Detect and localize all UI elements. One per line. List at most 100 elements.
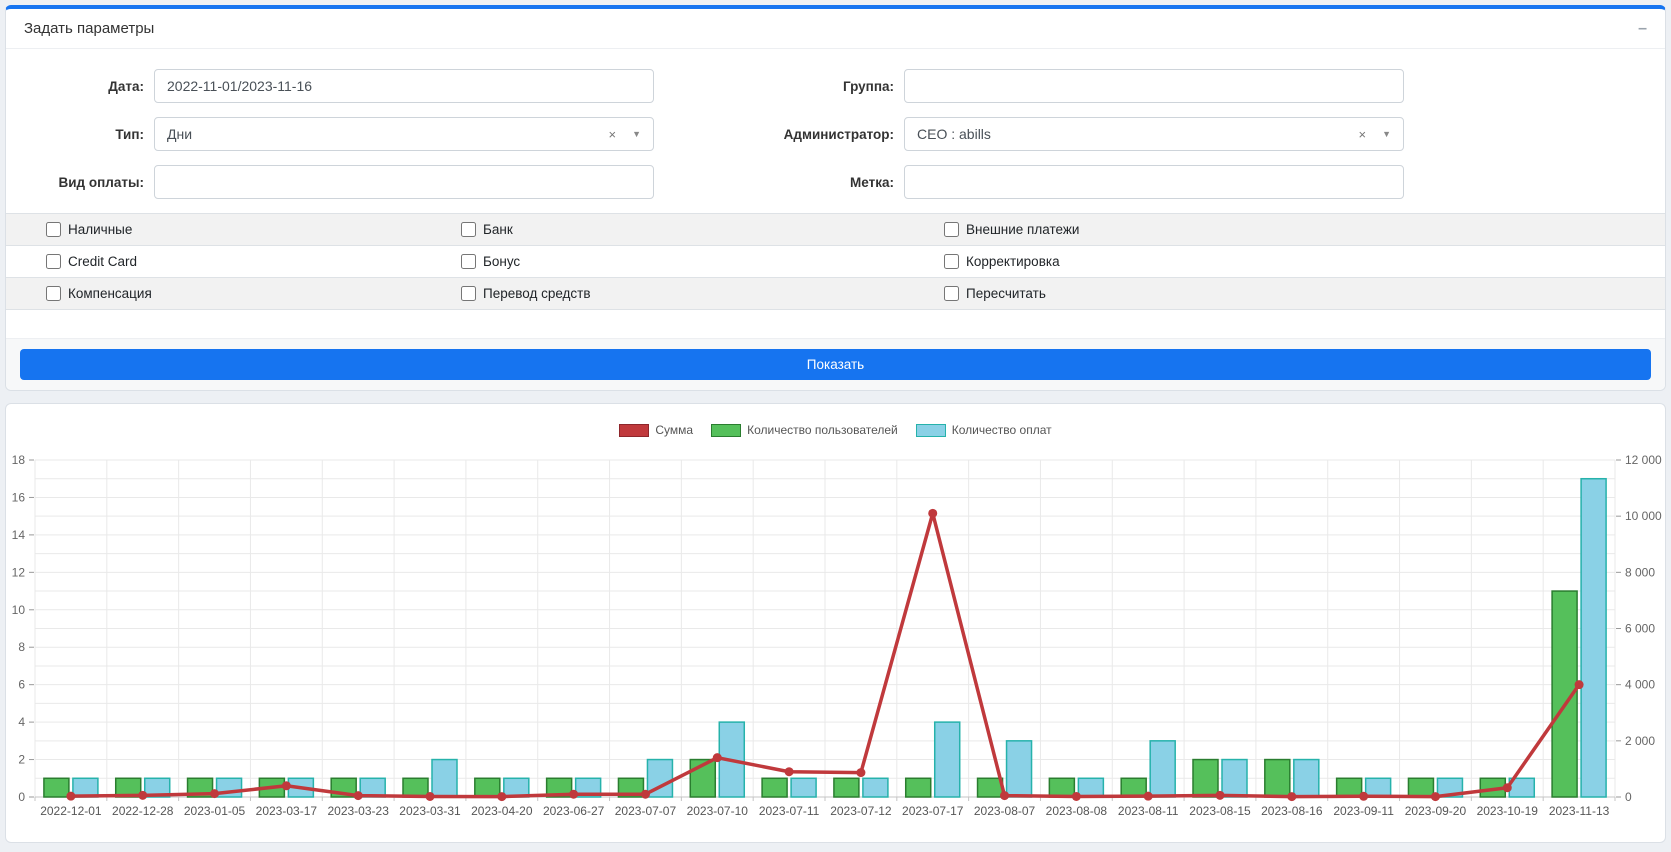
show-button[interactable]: Показать <box>20 349 1651 380</box>
svg-text:14: 14 <box>12 528 26 542</box>
chevron-down-icon[interactable]: ▼ <box>632 129 641 139</box>
admin-select[interactable]: CEO : abills × ▼ <box>904 117 1404 151</box>
svg-text:0: 0 <box>18 790 25 804</box>
payment-type-checkbox[interactable] <box>461 222 476 237</box>
svg-text:2: 2 <box>18 753 25 767</box>
svg-text:2023-08-08: 2023-08-08 <box>1046 804 1108 818</box>
svg-text:12 000: 12 000 <box>1625 453 1662 467</box>
payment-type-checkbox[interactable] <box>461 254 476 269</box>
svg-text:2023-07-12: 2023-07-12 <box>830 804 892 818</box>
checkbox-cell: Корректировка <box>944 254 1060 269</box>
chart-panel: Сумма Количество пользователей Количество … <box>5 403 1666 843</box>
checkbox-cell: Внешние платежи <box>944 222 1079 237</box>
date-input[interactable] <box>154 69 654 103</box>
svg-text:2023-03-17: 2023-03-17 <box>256 804 318 818</box>
svg-text:10 000: 10 000 <box>1625 509 1662 523</box>
type-select-value: Дни <box>167 126 608 142</box>
svg-text:2022-12-28: 2022-12-28 <box>112 804 174 818</box>
svg-text:2023-04-20: 2023-04-20 <box>471 804 533 818</box>
mark-input[interactable] <box>904 165 1404 199</box>
checkbox-label: Credit Card <box>68 254 137 269</box>
pay-kind-label: Вид оплаты: <box>24 175 154 190</box>
checkbox-cell: Наличные <box>6 222 461 237</box>
svg-text:2 000: 2 000 <box>1625 734 1655 748</box>
svg-text:2023-08-16: 2023-08-16 <box>1261 804 1323 818</box>
svg-text:2023-11-13: 2023-11-13 <box>1549 804 1610 818</box>
svg-text:2023-07-07: 2023-07-07 <box>615 804 677 818</box>
svg-text:2022-12-01: 2022-12-01 <box>40 804 102 818</box>
legend-item[interactable]: Сумма <box>619 423 693 437</box>
checkbox-cell: Credit Card <box>6 254 461 269</box>
svg-text:10: 10 <box>12 603 26 617</box>
legend-swatch-icon <box>619 424 649 437</box>
legend-item[interactable]: Количество оплат <box>916 423 1052 437</box>
checkbox-cell: Банк <box>461 222 944 237</box>
checkbox-label: Наличные <box>68 222 132 237</box>
admin-select-value: CEO : abills <box>917 126 1358 142</box>
payment-type-checkbox[interactable] <box>944 222 959 237</box>
type-label: Тип: <box>24 127 154 142</box>
payment-type-checkbox[interactable] <box>944 286 959 301</box>
admin-label: Администратор: <box>654 127 904 142</box>
payment-type-checkbox[interactable] <box>46 286 61 301</box>
svg-text:2023-08-15: 2023-08-15 <box>1189 804 1251 818</box>
svg-text:12: 12 <box>12 565 26 579</box>
checkbox-cell: Пересчитать <box>944 286 1046 301</box>
svg-text:2023-07-10: 2023-07-10 <box>687 804 749 818</box>
checkbox-label: Компенсация <box>68 286 152 301</box>
checkbox-cell: Бонус <box>461 254 944 269</box>
clear-icon[interactable]: × <box>608 127 616 142</box>
svg-text:2023-09-11: 2023-09-11 <box>1333 804 1394 818</box>
form-footer: Показать <box>6 338 1665 390</box>
checkbox-label: Пересчитать <box>966 286 1046 301</box>
payment-type-checkbox[interactable] <box>46 254 61 269</box>
payment-type-table: Наличные Банк Внешние платежи Credit Card Бо… <box>6 213 1665 310</box>
parameters-panel: Задать параметры – Дата: Группа: Тип: Дн… <box>5 5 1666 391</box>
checkbox-row: Наличные Банк Внешние платежи <box>6 213 1665 245</box>
clear-icon[interactable]: × <box>1358 127 1366 142</box>
svg-text:2023-03-31: 2023-03-31 <box>399 804 461 818</box>
checkbox-label: Банк <box>483 222 513 237</box>
panel-header: Задать параметры – <box>6 9 1665 49</box>
mark-label: Метка: <box>654 175 904 190</box>
minimize-icon[interactable]: – <box>1638 21 1647 37</box>
svg-text:2023-03-23: 2023-03-23 <box>327 804 389 818</box>
group-label: Группа: <box>654 79 904 94</box>
legend-label: Количество пользователей <box>747 423 898 437</box>
payments-chart: 0 2 4 6 8 10 12 14 16 18 0 2 000 4 000 6 000 8 000 10 0… <box>7 448 1662 852</box>
legend-label: Сумма <box>655 423 693 437</box>
svg-text:2023-07-17: 2023-07-17 <box>902 804 964 818</box>
checkbox-label: Перевод средств <box>483 286 591 301</box>
svg-text:2023-08-07: 2023-08-07 <box>974 804 1036 818</box>
form-body: Дата: Группа: Тип: Дни × ▼ Администратор… <box>6 49 1665 199</box>
chevron-down-icon[interactable]: ▼ <box>1382 129 1391 139</box>
type-select[interactable]: Дни × ▼ <box>154 117 654 151</box>
svg-text:4: 4 <box>18 715 25 729</box>
svg-text:8 000: 8 000 <box>1625 565 1655 579</box>
legend-item[interactable]: Количество пользователей <box>711 423 898 437</box>
checkbox-cell: Компенсация <box>6 286 461 301</box>
checkbox-label: Бонус <box>483 254 520 269</box>
pay-kind-input[interactable] <box>154 165 654 199</box>
payment-type-checkbox[interactable] <box>46 222 61 237</box>
svg-text:16: 16 <box>12 490 26 504</box>
svg-text:0: 0 <box>1625 790 1632 804</box>
payment-type-checkbox[interactable] <box>944 254 959 269</box>
checkbox-row: Компенсация Перевод средств Пересчитать <box>6 277 1665 309</box>
svg-text:4 000: 4 000 <box>1625 678 1655 692</box>
svg-text:2023-01-05: 2023-01-05 <box>184 804 246 818</box>
group-input[interactable] <box>904 69 1404 103</box>
legend-swatch-icon <box>916 424 946 437</box>
checkbox-cell: Перевод средств <box>461 286 944 301</box>
date-label: Дата: <box>24 79 154 94</box>
svg-text:2023-07-11: 2023-07-11 <box>759 804 820 818</box>
svg-text:2023-08-11: 2023-08-11 <box>1118 804 1179 818</box>
checkbox-label: Корректировка <box>966 254 1060 269</box>
legend-swatch-icon <box>711 424 741 437</box>
svg-text:6: 6 <box>18 678 25 692</box>
svg-text:6 000: 6 000 <box>1625 622 1655 636</box>
svg-text:8: 8 <box>18 640 25 654</box>
svg-text:18: 18 <box>12 453 26 467</box>
payment-type-checkbox[interactable] <box>461 286 476 301</box>
svg-text:2023-09-20: 2023-09-20 <box>1405 804 1467 818</box>
